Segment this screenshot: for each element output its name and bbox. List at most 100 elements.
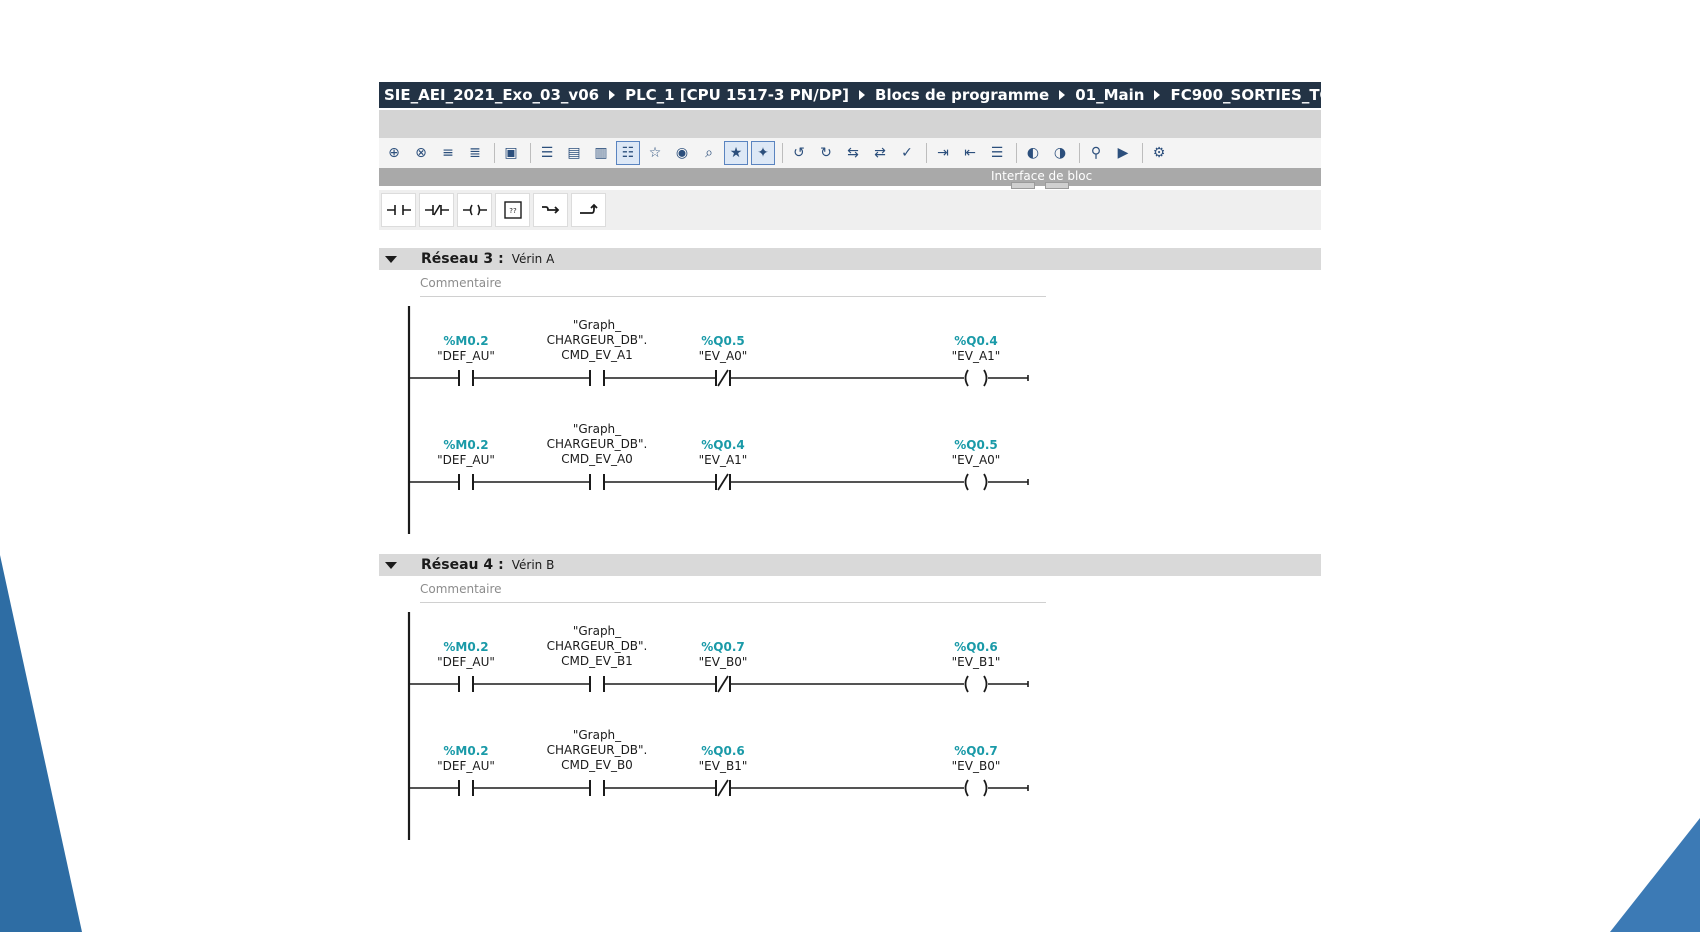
- nc-contact-interlock[interactable]: [715, 473, 731, 491]
- network-colon: :: [498, 557, 504, 573]
- contact-db-tag-line: CHARGEUR_DB".: [546, 639, 648, 653]
- splitter-down-handle[interactable]: [1045, 182, 1069, 189]
- contact-address: %Q0.5: [701, 334, 745, 348]
- no-contact-icon[interactable]: [381, 193, 416, 227]
- contact-db-tag-line: "Graph_: [572, 624, 622, 638]
- contact-db-tag-line: CMD_EV_B1: [561, 654, 633, 668]
- check-icon[interactable]: ✓: [895, 141, 919, 165]
- contact-tag: "EV_B1": [698, 759, 748, 773]
- contact-db-tag-line: "Graph_: [572, 318, 622, 332]
- contact-db-tag-line: "Graph_: [572, 728, 622, 742]
- contact-address: %Q0.4: [701, 438, 745, 452]
- no-contact-def-au[interactable]: [458, 370, 474, 386]
- collapse-networks-icon[interactable]: ▥: [589, 141, 613, 165]
- contact-address: %M0.2: [443, 438, 489, 452]
- settings-icon[interactable]: ⚙: [1147, 141, 1171, 165]
- monitor-off-icon[interactable]: ◑: [1048, 141, 1072, 165]
- no-contact-graph-cmd[interactable]: [589, 780, 605, 796]
- no-contact-def-au[interactable]: [458, 676, 474, 692]
- toolbar-separator: [1016, 143, 1017, 163]
- insert-row-icon[interactable]: ≡: [436, 141, 460, 165]
- indent-icon[interactable]: ⇥: [931, 141, 955, 165]
- network-header[interactable]: Réseau 3: Vérin A: [379, 248, 1321, 270]
- open-branch-icon[interactable]: [533, 193, 568, 227]
- breadcrumb-project[interactable]: SIE_AEI_2021_Exo_03_v06: [379, 86, 603, 104]
- highlight-icon[interactable]: ✦: [751, 141, 775, 165]
- tia-portal-editor: SIE_AEI_2021_Exo_03_v06 PLC_1 [CPU 1517-…: [379, 82, 1321, 852]
- nc-contact-interlock[interactable]: [715, 779, 731, 797]
- nc-contact-interlock[interactable]: [715, 675, 731, 693]
- expand-networks-icon[interactable]: ▤: [562, 141, 586, 165]
- contact-address: %Q0.7: [701, 640, 745, 654]
- contact-tag: "DEF_AU": [437, 759, 495, 773]
- empty-box-icon[interactable]: ??: [495, 193, 530, 227]
- block-interface-title: Interface de bloc: [991, 169, 1093, 183]
- coil-icon[interactable]: [457, 193, 492, 227]
- contact-address: %M0.2: [443, 640, 489, 654]
- delete-error-icon[interactable]: ↻: [814, 141, 838, 165]
- no-contact-graph-cmd[interactable]: [589, 474, 605, 490]
- network-title[interactable]: Vérin B: [512, 558, 555, 572]
- no-contact-graph-cmd[interactable]: [589, 676, 605, 692]
- splitter-up-handle[interactable]: [1011, 182, 1035, 189]
- go-to-error-icon[interactable]: ↺: [787, 141, 811, 165]
- network-comments-icon[interactable]: ☷: [616, 141, 640, 165]
- toolbar-separator: [1079, 143, 1080, 163]
- append-row-icon[interactable]: ≣: [463, 141, 487, 165]
- no-contact-def-au[interactable]: [458, 474, 474, 490]
- contact-tag: "EV_A1": [698, 453, 748, 467]
- coil-address: %Q0.4: [954, 334, 998, 348]
- network-comment[interactable]: Commentaire: [420, 270, 1046, 297]
- nc-contact-icon[interactable]: [419, 193, 454, 227]
- breadcrumb-plc[interactable]: PLC_1 [CPU 1517-3 PN/DP]: [621, 86, 853, 104]
- update-block-icon[interactable]: ⇄: [868, 141, 892, 165]
- close-branch-icon[interactable]: [571, 193, 606, 227]
- contact-tag: "DEF_AU": [437, 349, 495, 363]
- contact-address: %M0.2: [443, 744, 489, 758]
- coil-tag: "EV_A0": [951, 453, 1001, 467]
- network-name: Réseau 4: [421, 557, 494, 573]
- contact-tag: "DEF_AU": [437, 655, 495, 669]
- coil-address: %Q0.6: [954, 640, 998, 654]
- breadcrumb-main[interactable]: 01_Main: [1071, 86, 1148, 104]
- contact-db-tag-line: CMD_EV_A1: [561, 348, 633, 362]
- network-title[interactable]: Vérin A: [512, 252, 555, 266]
- list-icon[interactable]: ☰: [985, 141, 1009, 165]
- ladder-network: %M0.2 "DEF_AU" "Graph_ CHARGEUR_DB". CMD_EV_…: [379, 612, 1321, 842]
- no-contact-def-au[interactable]: [458, 780, 474, 796]
- nc-contact-interlock[interactable]: [715, 369, 731, 387]
- simulate-icon[interactable]: ▶: [1111, 141, 1135, 165]
- zoom-icon[interactable]: ⌕: [697, 141, 721, 165]
- favorites-icon[interactable]: ☆: [643, 141, 667, 165]
- monitor-on-icon[interactable]: ◐: [1021, 141, 1045, 165]
- no-contact-graph-cmd[interactable]: [589, 370, 605, 386]
- outdent-icon[interactable]: ⇤: [958, 141, 982, 165]
- watch-icon[interactable]: ⚲: [1084, 141, 1108, 165]
- output-coil[interactable]: [964, 779, 988, 797]
- block-interface-bar[interactable]: Interface de bloc: [379, 168, 1321, 189]
- network-header[interactable]: Réseau 4: Vérin B: [379, 554, 1321, 576]
- output-coil[interactable]: [964, 369, 988, 387]
- show-favorites-icon[interactable]: ★: [724, 141, 748, 165]
- delete-network-icon[interactable]: ⊗: [409, 141, 433, 165]
- coil-tag: "EV_B1": [951, 655, 1001, 669]
- contact-address: %M0.2: [443, 334, 489, 348]
- coil-tag: "EV_B0": [951, 759, 1001, 773]
- breakpoint-icon[interactable]: ◉: [670, 141, 694, 165]
- open-block-icon[interactable]: ▣: [499, 141, 523, 165]
- contact-tag: "DEF_AU": [437, 453, 495, 467]
- output-coil[interactable]: [964, 473, 988, 491]
- network-comment[interactable]: Commentaire: [420, 576, 1046, 603]
- contact-db-tag-line: "Graph_: [572, 422, 622, 436]
- collapse-toggle-icon[interactable]: [385, 255, 397, 263]
- collapse-toggle-icon[interactable]: [385, 561, 397, 569]
- insert-network-icon[interactable]: ⊕: [382, 141, 406, 165]
- output-coil[interactable]: [964, 675, 988, 693]
- breadcrumb-block[interactable]: FC900_SORTIES_TOR [FC900]: [1166, 86, 1321, 104]
- contact-tag: "EV_B0": [698, 655, 748, 669]
- breadcrumb-program-blocks[interactable]: Blocs de programme: [871, 86, 1053, 104]
- absolute-operands-icon[interactable]: ☰: [535, 141, 559, 165]
- right-corner-shape: [1610, 818, 1700, 932]
- compare-icon[interactable]: ⇆: [841, 141, 865, 165]
- editor-header-bar: [379, 110, 1321, 138]
